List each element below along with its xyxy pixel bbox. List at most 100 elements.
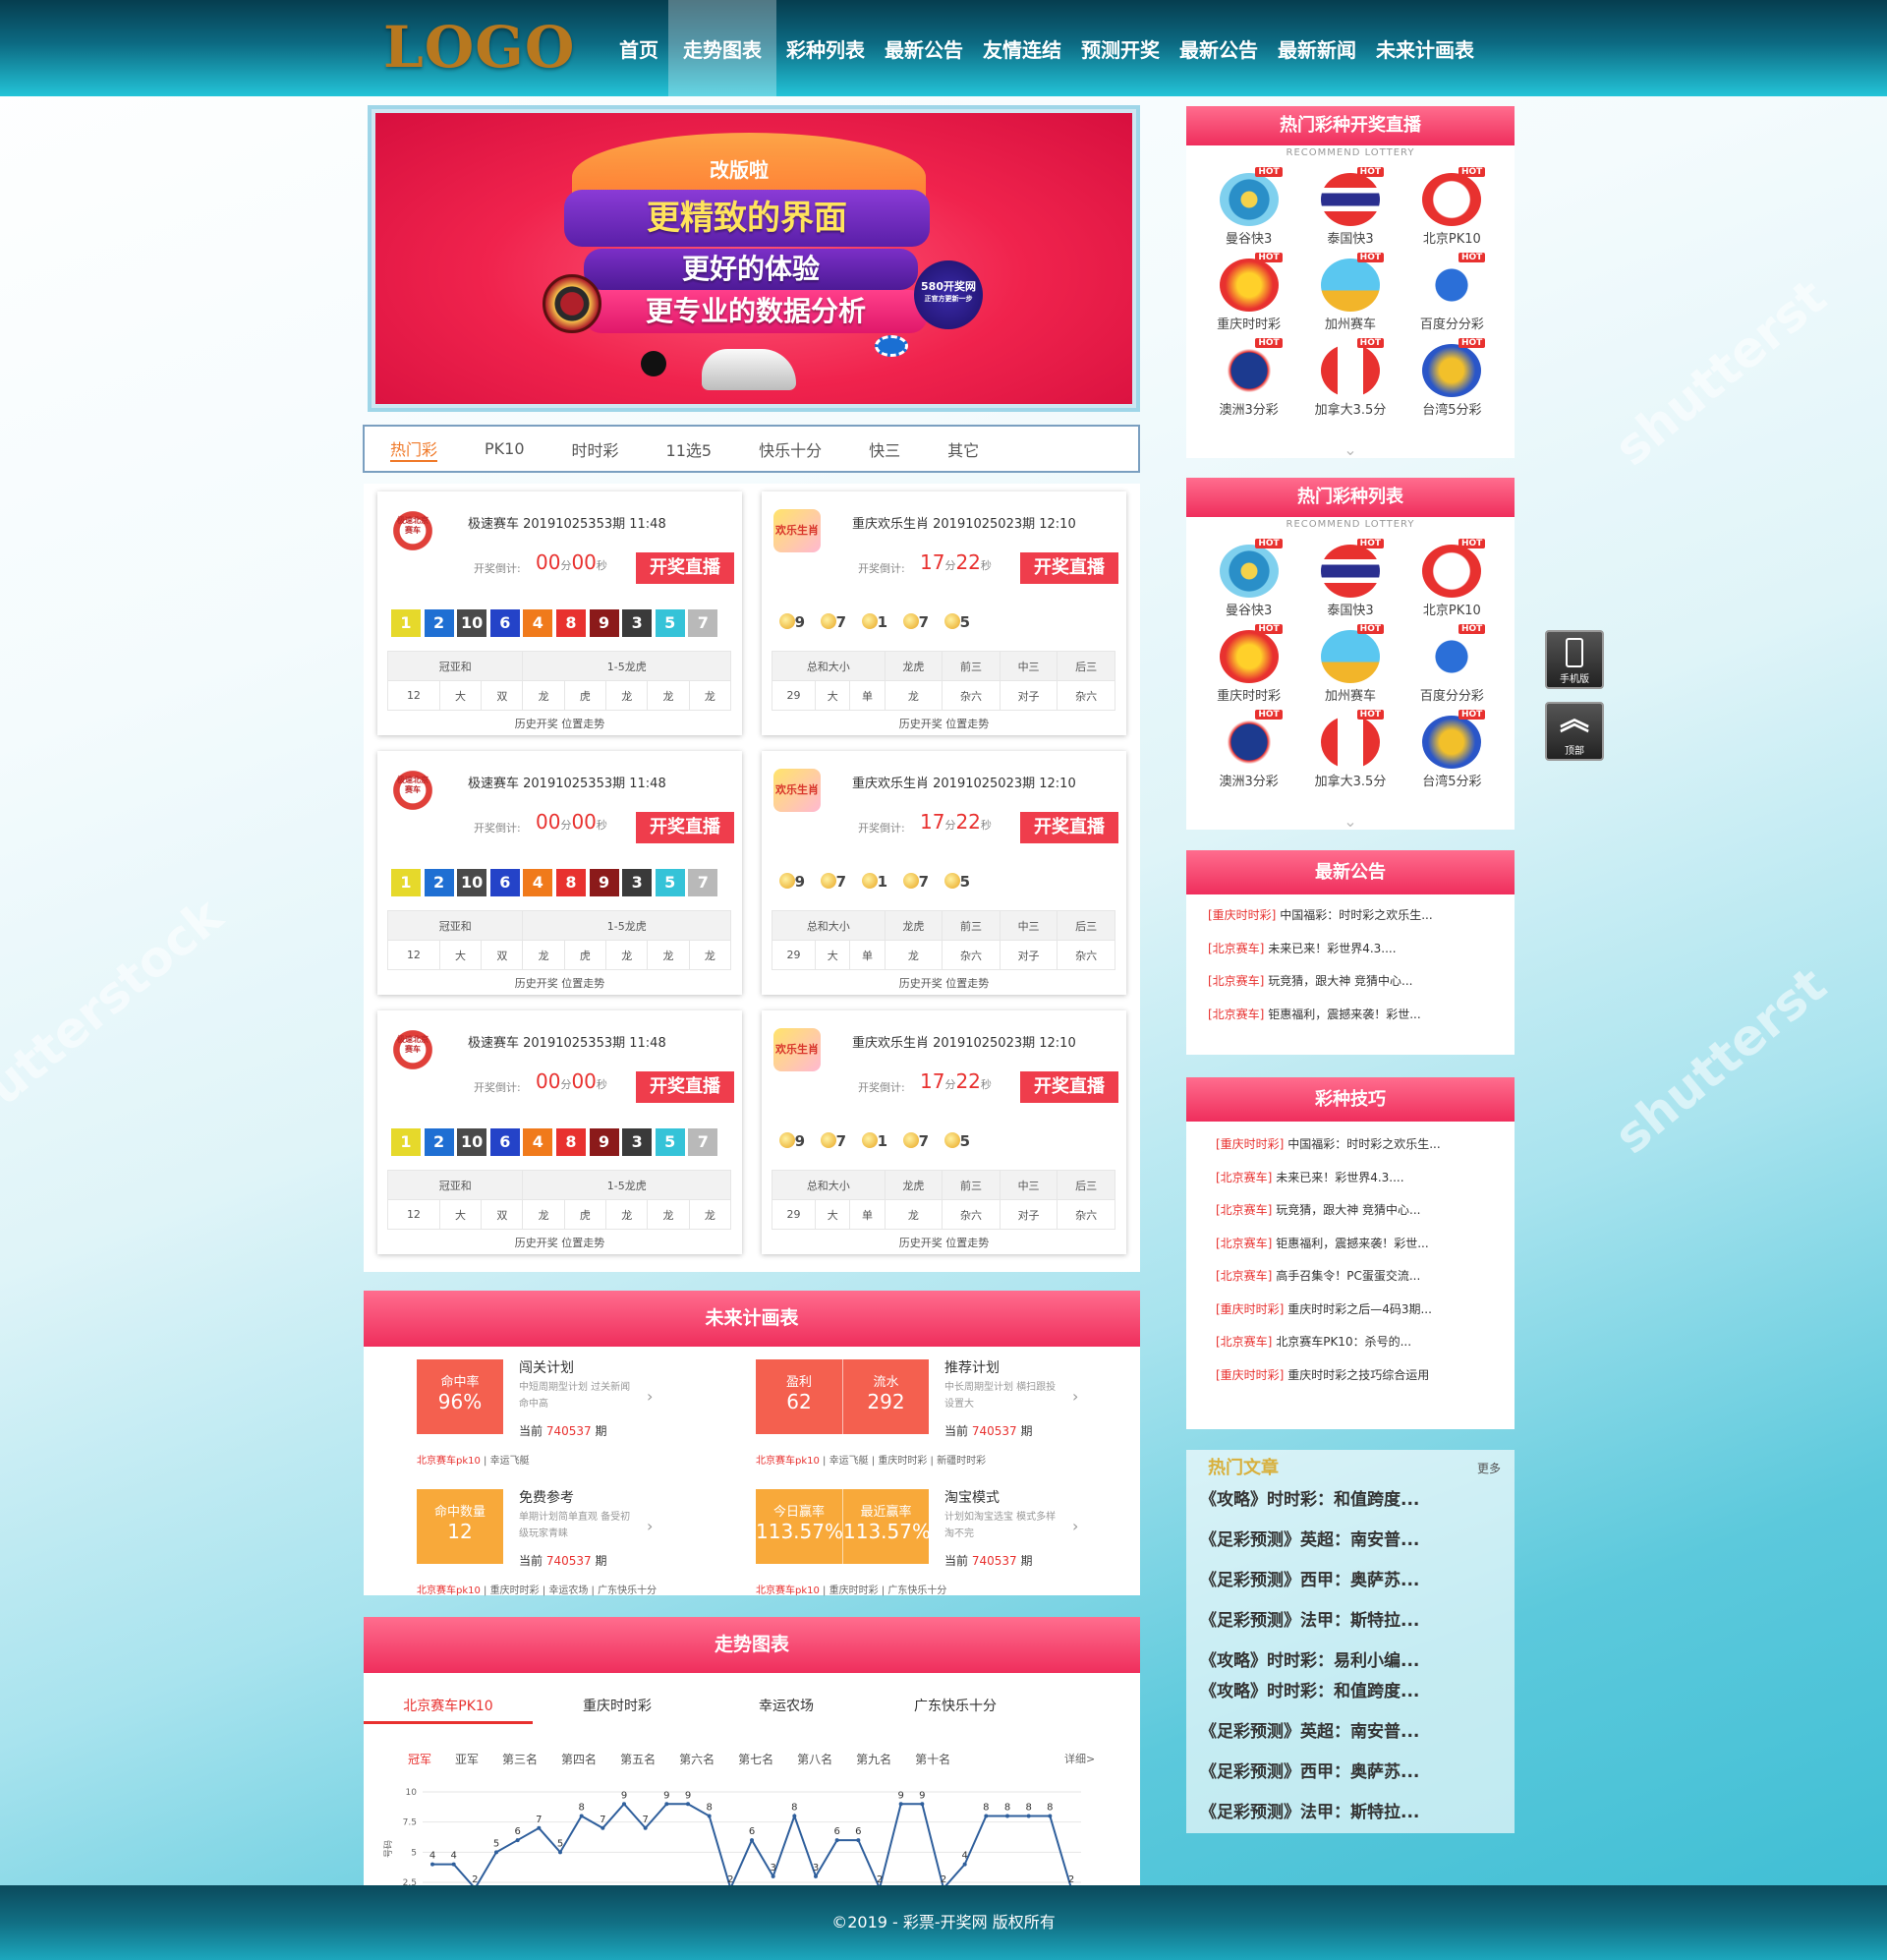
notice-item[interactable]: [北京赛车] 钜惠福利，震撼来袭！彩世... [1208, 1006, 1515, 1039]
lottery-entry[interactable]: HOT 北京PK10 [1401, 167, 1503, 259]
plan-tag[interactable]: | 重庆时时彩 [820, 1585, 879, 1596]
plan-tag[interactable]: | 广东快乐十分 [879, 1585, 947, 1596]
chevron-right-icon[interactable]: › [1072, 1387, 1078, 1406]
more-link[interactable]: 更多 [1477, 1460, 1501, 1476]
plan-item[interactable]: 盈利 62 流水 292 推荐计划 中长周期型计划 横扫跟投设置大 当前 740537 期 ›… [756, 1359, 1090, 1487]
lottery-entry[interactable]: HOT 加州赛车 [1299, 253, 1401, 344]
lottery-entry[interactable]: HOT 加拿大3.5分 [1299, 338, 1401, 430]
plan-item[interactable]: 命中数量 12 免费参考 单期计划简单直观 备受初级玩家青睐 当前 740537 期 › 北… [417, 1489, 751, 1617]
tab-pk10[interactable]: PK10 [485, 439, 525, 458]
plan-tag[interactable]: | 幸运飞艇 [820, 1456, 869, 1467]
lottery-entry[interactable]: HOT 曼谷快3 [1198, 539, 1299, 630]
plan-tag[interactable]: 北京赛车pk10 [756, 1456, 820, 1467]
lottery-entry[interactable]: HOT 台湾5分彩 [1401, 338, 1503, 430]
nav-item-plan[interactable]: 未来计画表 [1366, 0, 1484, 96]
lottery-entry[interactable]: HOT 台湾5分彩 [1401, 710, 1503, 801]
nav-item-news[interactable]: 最新新闻 [1268, 0, 1366, 96]
plan-tag[interactable]: | 广东快乐十分 [588, 1585, 658, 1596]
article-link[interactable]: 《攻略》时时彩：易利小编... [1200, 1646, 1419, 1677]
plan-tag[interactable]: | 重庆时时彩 [869, 1456, 928, 1467]
article-link[interactable]: 《攻略》时时彩：和值跨度... [1200, 1485, 1419, 1526]
tab-ssc[interactable]: 时时彩 [572, 437, 619, 461]
live-draw-button[interactable]: 开奖直播 [636, 552, 734, 584]
lottery-entry[interactable]: HOT 重庆时时彩 [1198, 624, 1299, 716]
card-links[interactable]: 历史开奖 位置走势 [762, 1235, 1126, 1250]
plan-tag[interactable]: | 重庆时时彩 [481, 1585, 540, 1596]
mobile-version-button[interactable]: 手机版 [1545, 630, 1604, 689]
tab-other[interactable]: 其它 [947, 437, 979, 461]
tip-item[interactable]: [北京赛车] 北京赛车PK10：杀号的... [1216, 1333, 1515, 1366]
tab-k3[interactable]: 快三 [869, 437, 900, 461]
article-link[interactable]: 《足彩预测》法甲：斯特拉... [1200, 1798, 1419, 1838]
lottery-entry[interactable]: HOT 泰国快3 [1299, 167, 1401, 259]
notice-item[interactable]: [北京赛车] 玩竞猜，跟大神 竞猜中心... [1208, 972, 1515, 1006]
nav-item-links[interactable]: 友情连结 [973, 0, 1071, 96]
plan-item[interactable]: 命中率 96% 闯关计划 中短周期型计划 过关新闻命中高 当前 740537 期 › 北京赛… [417, 1359, 751, 1487]
chevron-right-icon[interactable]: › [647, 1387, 653, 1406]
plan-item[interactable]: 今日赢率 113.57% 最近赢率 113.57% 淘宝模式 计划如淘宝选宝 模式多样淘不… [756, 1489, 1090, 1617]
lottery-entry[interactable]: HOT 泰国快3 [1299, 539, 1401, 630]
notice-item[interactable]: [重庆时时彩] 中国福彩：时时彩之欢乐生... [1208, 906, 1515, 940]
lottery-entry[interactable]: HOT 澳洲3分彩 [1198, 338, 1299, 430]
live-draw-button[interactable]: 开奖直播 [636, 812, 734, 843]
zodiac-ball: 7 [821, 1126, 846, 1156]
nav-item-notice[interactable]: 最新公告 [875, 0, 973, 96]
lottery-entry[interactable]: HOT 北京PK10 [1401, 539, 1503, 630]
plan-description: 计划如淘宝选宝 模式多样淘不完 [944, 1512, 1057, 1539]
lottery-entry[interactable]: HOT 重庆时时彩 [1198, 253, 1299, 344]
lottery-entry[interactable]: HOT 加州赛车 [1299, 624, 1401, 716]
back-to-top-button[interactable]: ︽ 顶部 [1545, 702, 1604, 761]
live-draw-button[interactable]: 开奖直播 [1020, 1071, 1118, 1103]
nav-item-predict[interactable]: 预测开奖 [1071, 0, 1170, 96]
chevron-right-icon[interactable]: › [1072, 1517, 1078, 1535]
plan-tag[interactable]: | 幸运农场 [540, 1585, 589, 1596]
card-links[interactable]: 历史开奖 位置走势 [762, 975, 1126, 991]
tip-item[interactable]: [北京赛车] 未来已来！彩世界4.3.... [1216, 1169, 1515, 1202]
article-link[interactable]: 《足彩预测》法甲：斯特拉... [1200, 1606, 1419, 1646]
article-link[interactable]: 《足彩预测》西甲：奥萨苏... [1200, 1566, 1419, 1606]
nav-item-home[interactable]: 首页 [609, 0, 668, 96]
nav-item-trend[interactable]: 走势图表 [668, 0, 776, 96]
tip-item[interactable]: [北京赛车] 钜惠福利，震撼来袭！彩世... [1216, 1235, 1515, 1268]
chevron-right-icon[interactable]: › [647, 1517, 653, 1535]
article-link[interactable]: 《攻略》时时彩：和值跨度... [1200, 1677, 1419, 1717]
trend-point [984, 1814, 989, 1818]
plan-tag[interactable]: 北京赛车pk10 [756, 1585, 820, 1596]
plan-tag[interactable]: 北京赛车pk10 [417, 1456, 481, 1467]
plan-tag[interactable]: 北京赛车pk10 [417, 1585, 481, 1596]
lottery-entry[interactable]: HOT 百度分分彩 [1401, 253, 1503, 344]
tip-item[interactable]: [北京赛车] 高手召集令！PC蛋蛋交流... [1216, 1267, 1515, 1300]
card-links[interactable]: 历史开奖 位置走势 [377, 975, 742, 991]
tab-hot[interactable]: 热门彩 [390, 436, 438, 462]
zodiac-number: 5 [959, 873, 970, 891]
chevron-down-icon[interactable]: ⌄ [1186, 440, 1515, 459]
notice-item[interactable]: [北京赛车] 未来已来！彩世界4.3.... [1208, 940, 1515, 973]
chevron-down-icon[interactable]: ⌄ [1186, 812, 1515, 831]
lottery-entry[interactable]: HOT 百度分分彩 [1401, 624, 1503, 716]
period-label: 当前 [519, 1554, 546, 1568]
article-link[interactable]: 《足彩预测》英超：南安普... [1200, 1526, 1419, 1566]
card-links[interactable]: 历史开奖 位置走势 [377, 1235, 742, 1250]
tab-klsf[interactable]: 快乐十分 [759, 437, 822, 461]
nav-item-lottery-list[interactable]: 彩种列表 [776, 0, 875, 96]
tip-item[interactable]: [重庆时时彩] 中国福彩：时时彩之欢乐生... [1216, 1135, 1515, 1169]
site-logo[interactable]: LOGO [383, 14, 575, 81]
tip-item[interactable]: [重庆时时彩] 重庆时时彩之技巧综合运用 [1216, 1366, 1515, 1400]
lottery-entry[interactable]: HOT 加拿大3.5分 [1299, 710, 1401, 801]
tab-11x5[interactable]: 11选5 [666, 437, 713, 461]
lottery-entry[interactable]: HOT 澳洲3分彩 [1198, 710, 1299, 801]
live-draw-button[interactable]: 开奖直播 [636, 1071, 734, 1103]
card-links[interactable]: 历史开奖 位置走势 [762, 716, 1126, 731]
plan-tag[interactable]: | 新疆时时彩 [927, 1456, 987, 1467]
tip-item[interactable]: [重庆时时彩] 重庆时时彩之后—4码3期... [1216, 1300, 1515, 1334]
plan-tag[interactable]: | 幸运飞艇 [481, 1456, 530, 1467]
live-draw-button[interactable]: 开奖直播 [1020, 552, 1118, 584]
nav-item-notice-2[interactable]: 最新公告 [1170, 0, 1268, 96]
article-link[interactable]: 《足彩预测》西甲：奥萨苏... [1200, 1758, 1419, 1798]
promo-banner[interactable]: 改版啦 更精致的界面 更好的体验 更专业的数据分析 580开奖网 正官方更新一步 [368, 105, 1140, 412]
lottery-entry[interactable]: HOT 曼谷快3 [1198, 167, 1299, 259]
article-link[interactable]: 《足彩预测》英超：南安普... [1200, 1717, 1419, 1758]
live-draw-button[interactable]: 开奖直播 [1020, 812, 1118, 843]
card-links[interactable]: 历史开奖 位置走势 [377, 716, 742, 731]
tip-item[interactable]: [北京赛车] 玩竞猜，跟大神 竞猜中心... [1216, 1201, 1515, 1235]
